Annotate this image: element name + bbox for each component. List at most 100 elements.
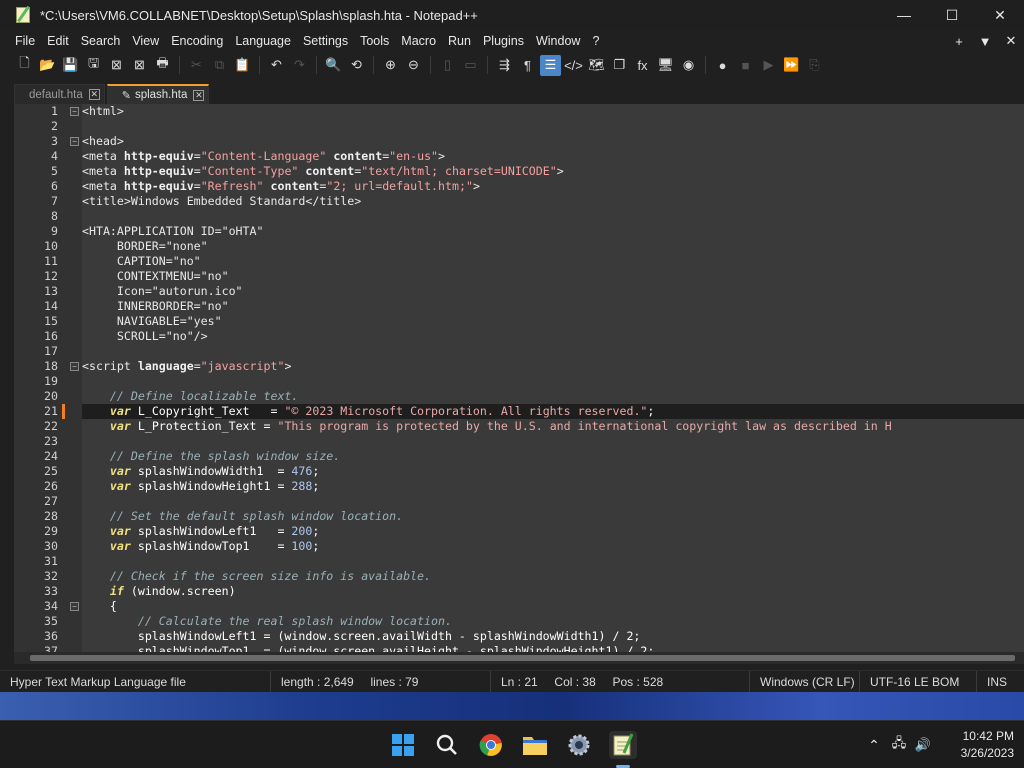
code-line[interactable]: var splashWindowHeight1 = 288; — [82, 479, 1024, 494]
redo-icon[interactable]: ↷ — [289, 55, 310, 76]
volume-icon[interactable]: 🔊 — [912, 737, 934, 753]
menu-window[interactable]: Window — [530, 30, 586, 52]
fold-margin[interactable]: − − − − — [68, 104, 82, 652]
menu-help[interactable]: ? — [586, 30, 605, 52]
indent-guide-icon[interactable]: ☰ — [540, 54, 561, 76]
code-line[interactable] — [82, 344, 1024, 359]
horizontal-scrollbar-thumb[interactable] — [30, 655, 1015, 661]
menu-language[interactable]: Language — [229, 30, 297, 52]
print-icon[interactable]: 🖶 — [152, 55, 173, 76]
search-taskbar-icon[interactable] — [433, 731, 461, 759]
title-bar[interactable]: *C:\Users\VM6.COLLABNET\Desktop\Setup\Sp… — [0, 0, 1024, 30]
code-line[interactable]: var splashWindowLeft1 = 200; — [82, 524, 1024, 539]
code-line[interactable]: Icon="autorun.ico" — [82, 284, 1024, 299]
function-list-icon[interactable]: fx — [632, 55, 653, 76]
code-line[interactable] — [82, 494, 1024, 509]
save-icon[interactable]: 💾 — [60, 55, 81, 76]
cut-icon[interactable]: ✂ — [186, 55, 207, 76]
tab-close-icon[interactable]: ✕ — [193, 89, 205, 101]
close-all-icon[interactable]: ⊠ — [129, 55, 150, 76]
zoom-in-icon[interactable]: ⊕ — [380, 55, 401, 76]
code-line[interactable] — [82, 434, 1024, 449]
taskbar-clock[interactable]: 10:42 PM 3/26/2023 — [961, 728, 1014, 762]
code-line[interactable]: BORDER="none" — [82, 239, 1024, 254]
chevron-up-icon[interactable]: ⌃ — [862, 737, 886, 754]
run-macro-multiple-icon[interactable]: ⏩ — [781, 55, 802, 76]
fold-toggle[interactable]: − — [70, 137, 79, 146]
paste-icon[interactable]: 📋 — [232, 55, 253, 76]
save-all-icon[interactable]: 🖫 — [83, 55, 104, 76]
fold-toggle[interactable]: − — [70, 107, 79, 116]
close-tab-button[interactable]: ✕ — [998, 33, 1024, 49]
code-line[interactable]: if (window.screen) — [82, 584, 1024, 599]
save-macro-icon[interactable]: ⎘ — [804, 55, 825, 76]
tab-close-icon[interactable]: ✕ — [88, 89, 100, 100]
menu-search[interactable]: Search — [75, 30, 127, 52]
status-eol[interactable]: Windows (CR LF) — [750, 670, 860, 693]
code-line[interactable]: CONTEXTMENU="no" — [82, 269, 1024, 284]
stop-macro-icon[interactable]: ■ — [735, 55, 756, 76]
find-icon[interactable]: 🔍 — [323, 55, 344, 76]
menu-tools[interactable]: Tools — [354, 30, 395, 52]
menu-settings[interactable]: Settings — [297, 30, 354, 52]
show-all-chars-icon[interactable]: ¶ — [517, 55, 538, 76]
code-line[interactable]: INNERBORDER="no" — [82, 299, 1024, 314]
code-line[interactable]: // Check if the screen size info is avai… — [82, 569, 1024, 584]
code-line[interactable]: <HTA:APPLICATION ID="oHTA" — [82, 224, 1024, 239]
notepad-plus-plus-icon[interactable] — [609, 731, 637, 759]
code-line[interactable] — [82, 209, 1024, 224]
document-map-icon[interactable]: 🗺 — [586, 55, 607, 76]
code-line[interactable]: NAVIGABLE="yes" — [82, 314, 1024, 329]
menu-macro[interactable]: Macro — [395, 30, 442, 52]
fold-toggle[interactable]: − — [70, 602, 79, 611]
code-line[interactable]: // Define the splash window size. — [82, 449, 1024, 464]
code-line[interactable]: <html> — [82, 104, 1024, 119]
chrome-icon[interactable] — [477, 731, 505, 759]
code-line[interactable]: var splashWindowTop1 = 100; — [82, 539, 1024, 554]
replace-icon[interactable]: ⟲ — [346, 55, 367, 76]
code-line[interactable]: splashWindowLeft1 = (window.screen.avail… — [82, 629, 1024, 644]
menu-view[interactable]: View — [126, 30, 165, 52]
notepadpp-app-icon[interactable] — [16, 7, 30, 23]
sync-vertical-icon[interactable]: ▯ — [437, 55, 458, 76]
tab-splash-hta[interactable]: ✎ splash.hta ✕ — [106, 84, 210, 104]
maximize-button[interactable]: ☐ — [928, 0, 976, 30]
menu-plugins[interactable]: Plugins — [477, 30, 530, 52]
undo-icon[interactable]: ↶ — [266, 55, 287, 76]
code-line[interactable]: <title>Windows Embedded Standard</title> — [82, 194, 1024, 209]
code-line[interactable]: SCROLL="no"/> — [82, 329, 1024, 344]
code-line[interactable]: <head> — [82, 134, 1024, 149]
code-line[interactable]: <script language="javascript"> — [82, 359, 1024, 374]
close-icon[interactable]: ⊠ — [106, 55, 127, 76]
code-line[interactable]: <meta http-equiv="Content-Language" cont… — [82, 149, 1024, 164]
open-file-icon[interactable]: 📂 — [37, 55, 58, 76]
network-icon[interactable]: 🖧 — [886, 734, 912, 756]
code-line[interactable] — [82, 554, 1024, 569]
menu-run[interactable]: Run — [442, 30, 477, 52]
code-line[interactable]: var splashWindowWidth1 = 476; — [82, 464, 1024, 479]
zoom-out-icon[interactable]: ⊖ — [403, 55, 424, 76]
code-line[interactable]: var L_Copyright_Text = "© 2023 Microsoft… — [82, 404, 1024, 419]
folder-workspace-icon[interactable]: 🖥 — [655, 55, 676, 76]
status-encoding[interactable]: UTF-16 LE BOM — [860, 670, 977, 693]
close-button[interactable]: ✕ — [976, 0, 1024, 30]
code-line[interactable]: CAPTION="no" — [82, 254, 1024, 269]
code-area[interactable]: <html> <head> <meta http-equiv="Content-La… — [82, 104, 1024, 652]
code-editor[interactable]: 1 2 3 4 5 6 7 8 9 10 11 12 13 14 15 16 17 18 19 20 21 22 23 24 2… — [14, 104, 1024, 652]
fold-toggle[interactable]: − — [70, 362, 79, 371]
record-macro-icon[interactable]: ● — [712, 55, 733, 76]
word-wrap-icon[interactable]: ⇶ — [494, 55, 515, 76]
settings-icon[interactable] — [565, 731, 593, 759]
file-explorer-icon[interactable] — [521, 731, 549, 759]
code-line[interactable]: var L_Protection_Text = "This program is… — [82, 419, 1024, 434]
code-line[interactable]: <meta http-equiv="Content-Type" content=… — [82, 164, 1024, 179]
code-line[interactable] — [82, 374, 1024, 389]
code-line[interactable]: // Set the default splash window locatio… — [82, 509, 1024, 524]
play-macro-icon[interactable]: ▶ — [758, 55, 779, 76]
copy-icon[interactable]: ⧉ — [209, 55, 230, 76]
code-line[interactable]: splashWindowTop1 = (window.screen.availH… — [82, 644, 1024, 652]
tab-list-dropdown[interactable]: ▼ — [972, 34, 998, 49]
menu-encoding[interactable]: Encoding — [165, 30, 229, 52]
document-list-icon[interactable]: ❐ — [609, 55, 630, 76]
new-tab-button[interactable]: + — [946, 34, 972, 49]
